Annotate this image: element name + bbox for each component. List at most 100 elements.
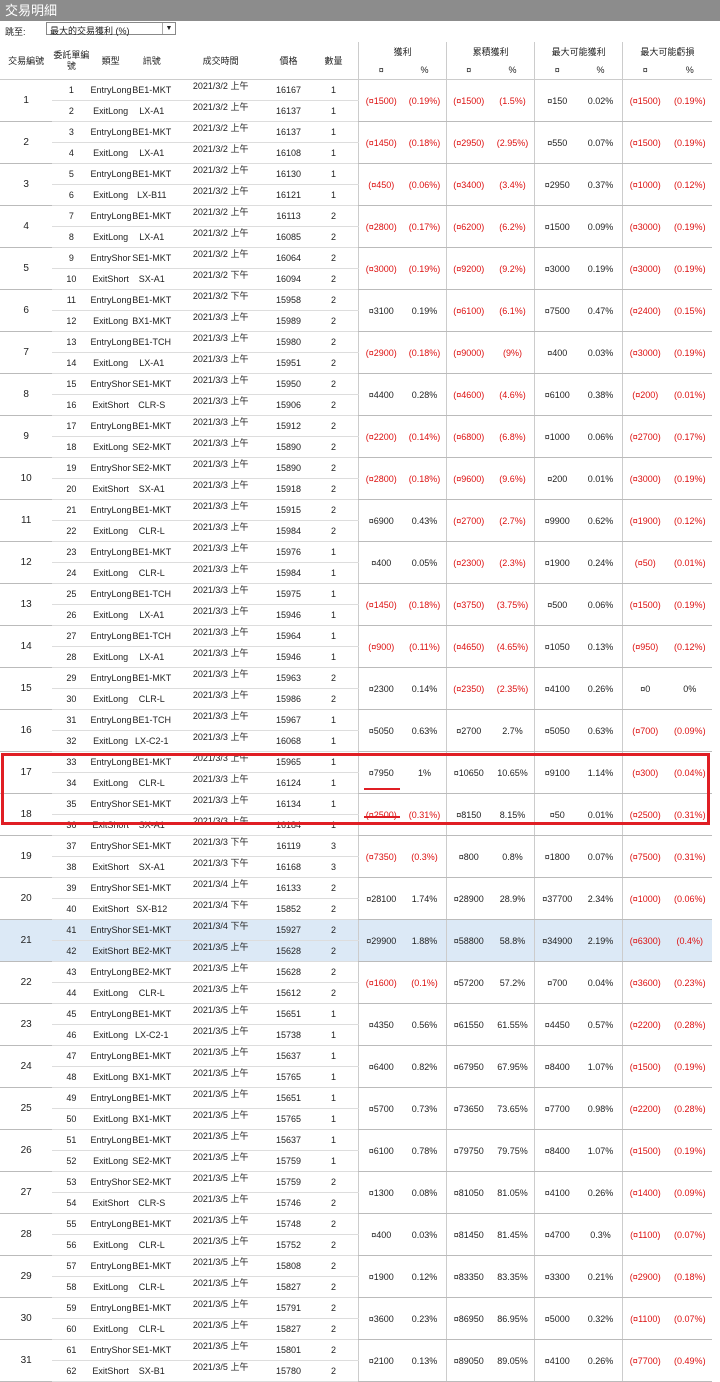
table-row[interactable]: 18 35 EntryShort SE1-MKT 2021/3/3 上午 16134 1 (¤… xyxy=(0,793,712,836)
table-row[interactable]: 9 17 EntryLong BE1-MKT 2021/3/3 上午 15912 2 (¤22… xyxy=(0,415,712,458)
table-row[interactable]: 23 45 EntryLong BE1-MKT 2021/3/5 上午 15651 1 ¤43… xyxy=(0,1003,712,1046)
max-profit-pct-cell: 0.13% xyxy=(579,625,623,668)
signal-cell: SX-B1 xyxy=(130,1360,173,1382)
type-cell: ExitLong xyxy=(90,352,131,374)
trade-no-cell: 17 xyxy=(0,751,53,794)
signal-cell: SE1-MKT xyxy=(130,919,173,941)
header-cumulative-profit[interactable]: 累積獲利 xyxy=(445,42,535,60)
table-row[interactable]: 27 53 EntryShort SE2-MKT 2021/3/5 上午 15759 2 ¤1… xyxy=(0,1171,712,1214)
cum-profit-cell: ¤81450 xyxy=(445,1213,491,1256)
table-row[interactable]: 15 29 EntryLong BE1-MKT 2021/3/3 上午 15963 2 ¤23… xyxy=(0,667,712,710)
profit-pct-cell: 0.82% xyxy=(403,1045,447,1088)
table-row[interactable]: 10 19 EntryShort SE2-MKT 2021/3/3 上午 15890 2 (¤… xyxy=(0,457,712,500)
header-price[interactable]: 價格 xyxy=(268,42,309,80)
header-percent: % xyxy=(667,60,712,80)
max-loss-cell: (¤3600) xyxy=(621,961,668,1004)
type-cell: EntryShort xyxy=(90,373,131,395)
price-cell: 15915 xyxy=(268,499,309,521)
header-profit[interactable]: 獲利 xyxy=(358,42,447,60)
header-max-profit[interactable]: 最大可能獲利 xyxy=(534,42,623,60)
signal-cell: SX-A1 xyxy=(130,856,173,878)
header-qty[interactable]: 數量 xyxy=(308,42,359,80)
table-row[interactable]: 30 59 EntryLong BE1-MKT 2021/3/5 上午 15791 2 ¤36… xyxy=(0,1297,712,1340)
price-cell: 15746 xyxy=(268,1192,309,1214)
header-signal[interactable]: 訊號 xyxy=(130,42,173,80)
trade-no-cell: 23 xyxy=(0,1003,53,1046)
type-cell: EntryLong xyxy=(90,163,131,185)
time-cell: 2021/3/3 上午 xyxy=(172,751,269,773)
signal-cell: BE1-MKT xyxy=(130,541,173,563)
time-cell: 2021/3/5 上午 xyxy=(172,1192,269,1214)
type-cell: EntryLong xyxy=(90,1213,131,1235)
table-row[interactable]: 22 43 EntryLong BE2-MKT 2021/3/5 上午 15628 2 (¤1… xyxy=(0,961,712,1004)
cum-profit-cell: ¤58800 xyxy=(445,919,491,962)
cum-profit-cell: ¤800 xyxy=(445,835,491,878)
max-profit-cell: ¤34900 xyxy=(534,919,580,962)
table-row[interactable]: 4 7 EntryLong BE1-MKT 2021/3/2 上午 16113 2 (¤280… xyxy=(0,205,712,248)
order-no-cell: 28 xyxy=(52,646,91,668)
signal-cell: LX-A1 xyxy=(130,646,173,668)
type-cell: EntryLong xyxy=(90,499,131,521)
signal-cell: SE1-MKT xyxy=(130,1339,173,1361)
table-row[interactable]: 6 11 EntryLong BE1-MKT 2021/3/2 下午 15958 2 ¤310… xyxy=(0,289,712,332)
trade-no-cell: 6 xyxy=(0,289,53,332)
profit-cell: ¤4350 xyxy=(358,1003,404,1046)
trade-no-cell: 14 xyxy=(0,625,53,668)
profit-cell: ¤6400 xyxy=(358,1045,404,1088)
header-time[interactable]: 成交時間 xyxy=(172,42,269,80)
table-row[interactable]: 31 61 EntryShort SE1-MKT 2021/3/5 上午 15801 2 ¤2… xyxy=(0,1339,712,1382)
table-row[interactable]: 3 5 EntryLong BE1-MKT 2021/3/2 上午 16130 1 (¤450… xyxy=(0,163,712,206)
table-row[interactable]: 16 31 EntryLong BE1-TCH 2021/3/3 上午 15967 1 ¤50… xyxy=(0,709,712,752)
table-row[interactable]: 25 49 EntryLong BE1-MKT 2021/3/5 上午 15651 1 ¤57… xyxy=(0,1087,712,1130)
type-cell: ExitLong xyxy=(90,1108,131,1130)
table-row[interactable]: 28 55 EntryLong BE1-MKT 2021/3/5 上午 15748 2 ¤40… xyxy=(0,1213,712,1256)
header-order-no[interactable]: 委託單編號 xyxy=(52,42,91,80)
qty-cell: 1 xyxy=(308,814,359,836)
qty-cell: 1 xyxy=(308,1108,359,1130)
profit-pct-cell: 1.88% xyxy=(403,919,447,962)
table-row[interactable]: 12 23 EntryLong BE1-MKT 2021/3/3 上午 15976 1 ¤40… xyxy=(0,541,712,584)
table-row[interactable]: 19 37 EntryShort SE1-MKT 2021/3/3 下午 16119 3 (¤… xyxy=(0,835,712,878)
table-row[interactable]: 8 15 EntryShort SE1-MKT 2021/3/3 上午 15950 2 ¤44… xyxy=(0,373,712,416)
table-row[interactable]: 2 3 EntryLong BE1-MKT 2021/3/2 上午 16137 1 (¤145… xyxy=(0,121,712,164)
price-cell: 15984 xyxy=(268,520,309,542)
table-row[interactable]: 21 41 EntryShort SE1-MKT 2021/3/4 下午 15927 2 ¤2… xyxy=(0,919,712,962)
table-row[interactable]: 17 33 EntryLong BE1-MKT 2021/3/3 上午 15965 1 ¤79… xyxy=(0,751,712,794)
header-type[interactable]: 類型 xyxy=(90,42,131,80)
type-cell: ExitLong xyxy=(90,142,131,164)
profit-cell: ¤3100 xyxy=(358,289,404,332)
type-cell: EntryLong xyxy=(90,205,131,227)
trade-no-cell: 21 xyxy=(0,919,53,962)
table-row[interactable]: 29 57 EntryLong BE1-MKT 2021/3/5 上午 15808 2 ¤19… xyxy=(0,1255,712,1298)
order-no-cell: 35 xyxy=(52,793,91,815)
sort-select[interactable]: 最大的交易獲利 (%) ▼ xyxy=(46,22,176,36)
order-no-cell: 39 xyxy=(52,877,91,899)
price-cell: 15918 xyxy=(268,478,309,500)
cum-profit-pct-cell: 61.55% xyxy=(490,1003,535,1046)
signal-cell: SE2-MKT xyxy=(130,457,173,479)
cum-profit-cell: (¤6100) xyxy=(445,289,491,332)
table-row[interactable]: 13 25 EntryLong BE1-TCH 2021/3/3 上午 15975 1 (¤1… xyxy=(0,583,712,626)
signal-cell: BE1-MKT xyxy=(130,667,173,689)
type-cell: ExitLong xyxy=(90,1318,131,1340)
trade-no-cell: 18 xyxy=(0,793,53,836)
price-cell: 15946 xyxy=(268,646,309,668)
table-row[interactable]: 14 27 EntryLong BE1-TCH 2021/3/3 上午 15964 1 (¤9… xyxy=(0,625,712,668)
signal-cell: SE2-MKT xyxy=(130,1171,173,1193)
table-row[interactable]: 1 1 EntryLong BE1-MKT 2021/3/2 上午 16167 1 (¤150… xyxy=(0,79,712,122)
table-row[interactable]: 11 21 EntryLong BE1-MKT 2021/3/3 上午 15915 2 ¤69… xyxy=(0,499,712,542)
table-row[interactable]: 7 13 EntryLong BE1-TCH 2021/3/3 上午 15980 2 (¤29… xyxy=(0,331,712,374)
header-max-loss[interactable]: 最大可能虧損 xyxy=(621,42,712,60)
table-row[interactable]: 26 51 EntryLong BE1-MKT 2021/3/5 上午 15637 1 ¤61… xyxy=(0,1129,712,1172)
max-loss-cell: (¤7500) xyxy=(621,835,668,878)
max-loss-cell: (¤1500) xyxy=(621,79,668,122)
chevron-down-icon[interactable]: ▼ xyxy=(162,23,175,34)
header-trade-no[interactable]: 交易編號 xyxy=(0,42,53,80)
qty-cell: 2 xyxy=(308,982,359,1004)
table-row[interactable]: 24 47 EntryLong BE1-MKT 2021/3/5 上午 15637 1 ¤64… xyxy=(0,1045,712,1088)
table-row[interactable]: 20 39 EntryShort SE1-MKT 2021/3/4 上午 16133 2 ¤2… xyxy=(0,877,712,920)
table-row[interactable]: 5 9 EntryShort SE1-MKT 2021/3/2 上午 16064 2 (¤30… xyxy=(0,247,712,290)
price-cell: 15986 xyxy=(268,688,309,710)
cum-profit-cell: (¤6200) xyxy=(445,205,491,248)
max-profit-pct-cell: 0.04% xyxy=(579,961,623,1004)
